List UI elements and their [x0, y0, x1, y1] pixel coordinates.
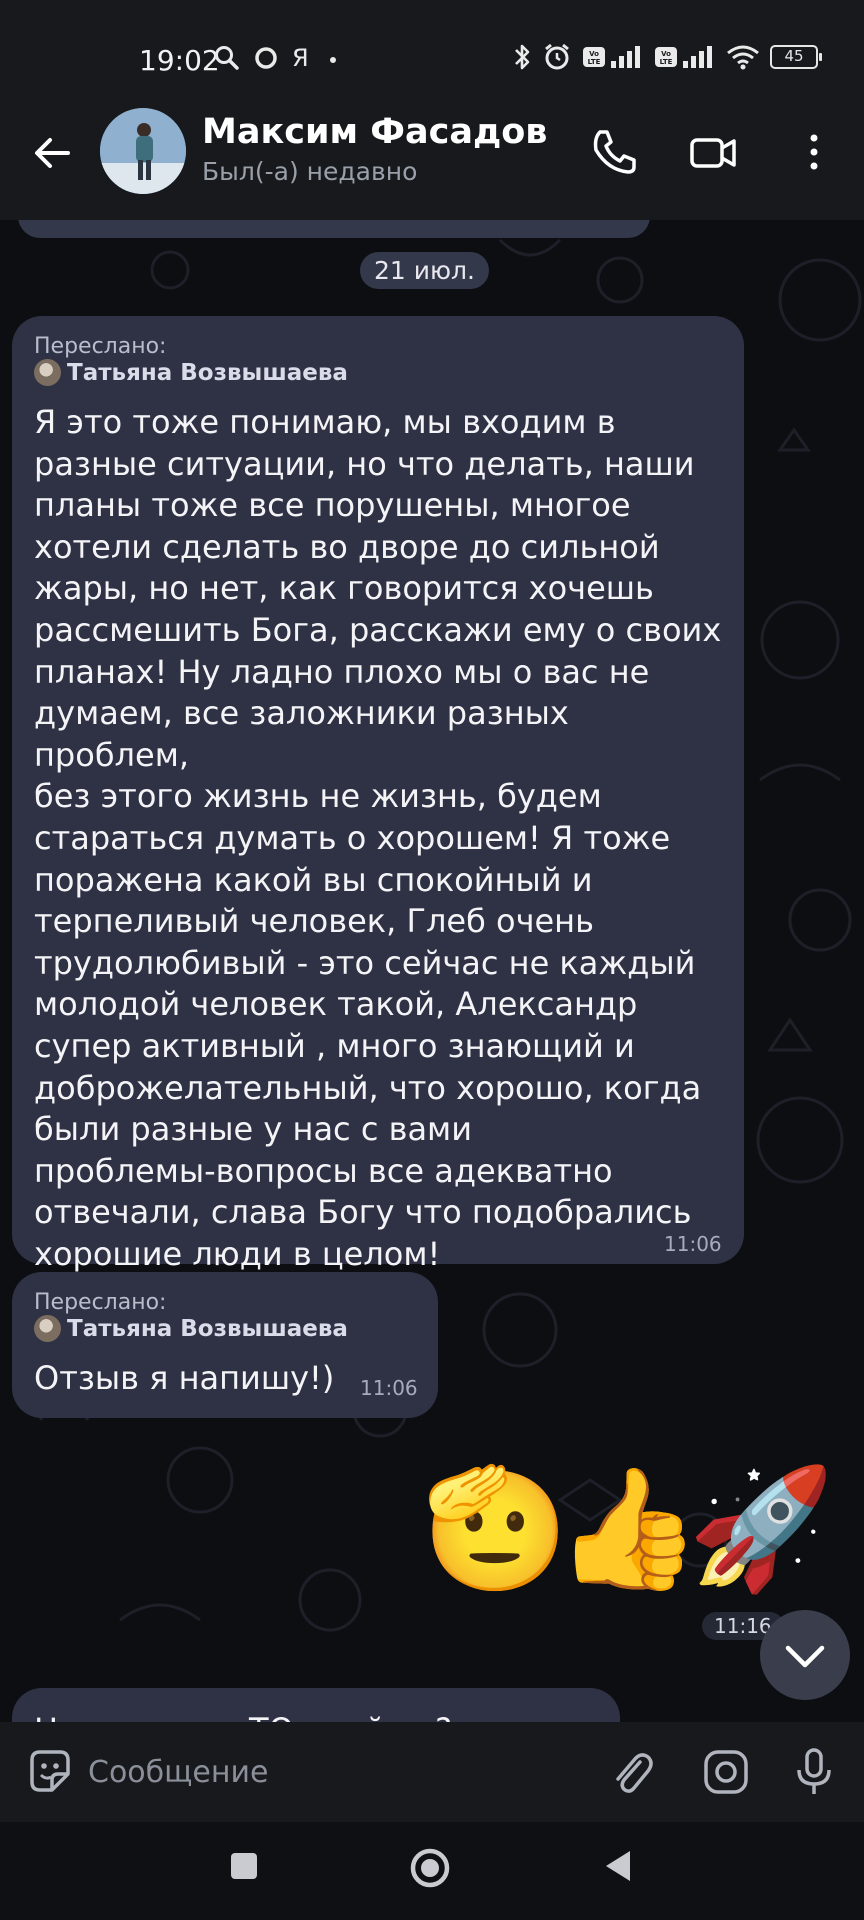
- sticker-button[interactable]: [22, 1744, 78, 1800]
- forwarded-label: Переслано:: [34, 334, 167, 359]
- back-navigation-button[interactable]: [598, 1846, 638, 1890]
- battery-icon: 45: [770, 45, 822, 69]
- camera-icon: [704, 1750, 748, 1794]
- volte-signal-icon-1: VoLTE: [583, 46, 640, 68]
- call-button[interactable]: [586, 124, 642, 180]
- square-icon: [231, 1853, 257, 1879]
- date-divider: 21 июл.: [360, 252, 489, 289]
- message-time: 11:06: [664, 1232, 722, 1256]
- status-left-icons: Я: [214, 44, 343, 72]
- chat-area[interactable]: 20 июл. 21 июл. Переслано: Татьяна Возвы…: [0, 220, 864, 1722]
- forwarded-author-name: Татьяна Возвышаева: [67, 1315, 348, 1342]
- svg-text:LTE: LTE: [588, 58, 601, 66]
- phone-icon: [593, 130, 636, 174]
- home-button[interactable]: [408, 1846, 452, 1894]
- contact-status: Был(-а) недавно: [202, 157, 418, 186]
- video-call-button[interactable]: [684, 124, 740, 180]
- message-input-bar: [0, 1722, 864, 1822]
- svg-text:Vo: Vo: [589, 50, 599, 58]
- yandex-letter-indicator: Я: [292, 44, 309, 72]
- contact-name[interactable]: Максим Фасадов 2...: [202, 112, 562, 152]
- sticker-smile-icon: [30, 1750, 70, 1792]
- dot-indicator: [329, 57, 336, 63]
- recent-apps-button[interactable]: [226, 1848, 262, 1888]
- message-text: Я это тоже понимаю, мы входим в разные с…: [34, 403, 722, 1273]
- forwarded-author[interactable]: Татьяна Возвышаева: [34, 1315, 348, 1342]
- alarm-icon: [545, 43, 569, 70]
- wifi-icon: [727, 45, 759, 70]
- chat-header: Максим Фасадов 2... Был(-а) недавно: [0, 100, 864, 220]
- chevron-down-icon: [785, 1645, 825, 1668]
- circle-home-icon: [410, 1848, 450, 1888]
- message-text: Ну ты успел ТО пройти ?: [34, 1710, 614, 1722]
- message-bubble-forwarded[interactable]: Переслано: Татьяна Возвышаева Отзыв я на…: [12, 1272, 438, 1418]
- author-avatar: [34, 1315, 61, 1342]
- search-icon: [215, 46, 239, 70]
- system-navigation-bar: [0, 1822, 864, 1920]
- date-divider-previous: 20 июл.: [18, 220, 650, 238]
- chat-bubble-icon: [255, 47, 277, 69]
- message-bubble-forwarded[interactable]: Переслано: Татьяна Возвышаева Я это тоже…: [12, 316, 744, 1273]
- svg-text:LTE: LTE: [660, 58, 673, 66]
- attach-button[interactable]: [604, 1744, 660, 1800]
- message-bubble-partial[interactable]: Ну ты успел ТО пройти ?: [12, 1688, 620, 1722]
- microphone-icon: [797, 1748, 831, 1794]
- forwarded-author-name: Татьяна Возвышаева: [67, 359, 348, 386]
- status-time: 19:02: [139, 44, 220, 77]
- volte-signal-icon-2: VoLTE: [655, 46, 712, 68]
- status-bar: 19:02 Я Vo LTE Vo LTE 45: [0, 0, 864, 100]
- contact-avatar[interactable]: [100, 108, 186, 194]
- paperclip-icon: [616, 1753, 653, 1793]
- author-avatar: [34, 359, 61, 386]
- forwarded-label: Переслано:: [34, 1290, 167, 1315]
- message-time: 11:06: [360, 1376, 418, 1400]
- forwarded-author[interactable]: Татьяна Возвышаева: [34, 359, 348, 386]
- message-input[interactable]: [88, 1747, 578, 1797]
- more-options-button[interactable]: [786, 124, 842, 180]
- message-text: Отзыв я напишу!): [34, 1359, 335, 1397]
- video-camera-icon: [690, 138, 736, 168]
- arrow-left-icon: [35, 138, 70, 168]
- back-button[interactable]: [28, 128, 78, 178]
- status-right-icons: Vo LTE Vo LTE 45: [512, 42, 822, 72]
- emoji-message[interactable]: 🫡👍🚀: [422, 1458, 842, 1598]
- triangle-back-icon: [606, 1851, 630, 1881]
- camera-button[interactable]: [698, 1744, 754, 1800]
- voice-record-button[interactable]: [786, 1744, 842, 1800]
- scroll-to-bottom-button[interactable]: [760, 1610, 850, 1700]
- more-vertical-icon: [810, 134, 818, 170]
- bluetooth-icon: [515, 44, 530, 70]
- svg-text:Vo: Vo: [661, 50, 671, 58]
